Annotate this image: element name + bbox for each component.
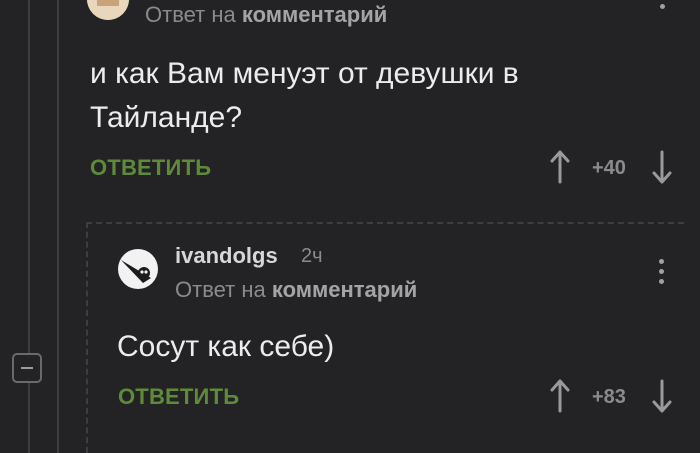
upvote-arrow-icon[interactable]	[549, 379, 571, 413]
avatar-emblem-icon	[118, 249, 158, 289]
minus-icon	[21, 367, 33, 369]
rating-value: +83	[592, 386, 626, 408]
reply-button[interactable]: ОТВЕТИТЬ	[90, 155, 211, 181]
comment-text: Сосут как себе)	[117, 330, 335, 363]
downvote-arrow-icon[interactable]	[651, 379, 673, 413]
thread-line-reply	[86, 222, 88, 453]
timestamp: 2ч	[301, 245, 323, 267]
thread-line-connector	[86, 222, 684, 224]
reply-to-meta: Ответ на комментарий	[145, 2, 388, 27]
comment-text: и как Вам менуэт от девушки в Тайланде?	[90, 57, 519, 134]
reply-to-link[interactable]: комментарий	[242, 2, 387, 27]
avatar[interactable]	[87, 0, 129, 20]
avatar-image-icon	[87, 0, 129, 20]
reply-button[interactable]: ОТВЕТИТЬ	[118, 384, 239, 410]
rating-value: +40	[592, 157, 626, 179]
downvote-arrow-icon[interactable]	[651, 150, 673, 184]
upvote-arrow-icon[interactable]	[549, 150, 571, 184]
collapse-thread-button[interactable]	[12, 353, 42, 383]
reply-to-link[interactable]: комментарий	[272, 277, 417, 302]
thread-line-outer-bottom	[28, 383, 30, 453]
thread-line-outer	[28, 0, 30, 353]
more-options-icon[interactable]	[660, 0, 665, 14]
reply-to-meta: Ответ на комментарий	[175, 277, 418, 302]
thread-line-inner	[57, 0, 59, 453]
avatar[interactable]	[117, 248, 159, 290]
more-options-icon[interactable]	[659, 259, 664, 289]
username[interactable]: ivandolgs	[175, 243, 278, 269]
